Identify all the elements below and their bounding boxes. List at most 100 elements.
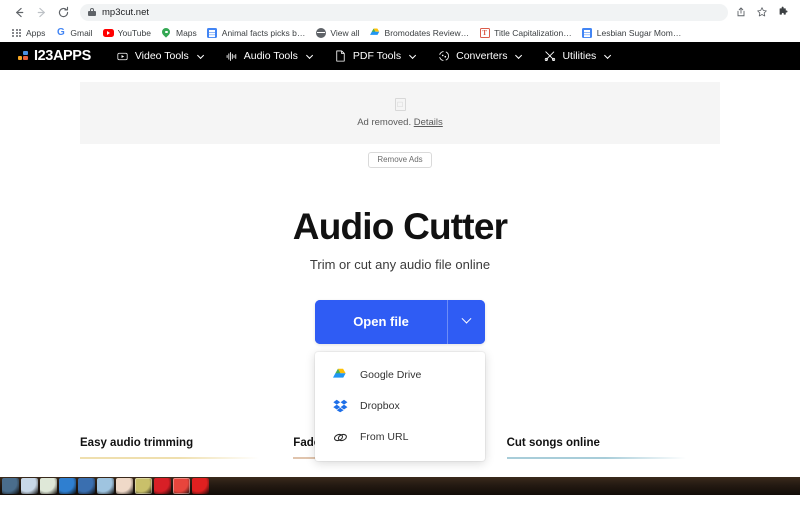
feature-title: Easy audio trimming: [80, 437, 194, 449]
ad-removed-label: Ad removed.: [357, 117, 412, 128]
open-file-area: Open file Google Drive Dropbox From URL: [0, 299, 800, 461]
globe-icon: [315, 28, 326, 39]
chevron-down-icon: [305, 51, 313, 59]
browser-chrome: mp3cut.net Apps G Gmail YouTube Maps Ani…: [0, 0, 800, 42]
bookmark-label: Animal facts picks b…: [221, 27, 306, 38]
bookmark-maps[interactable]: Maps: [156, 25, 202, 41]
logo-text: I23APPS: [34, 48, 91, 64]
toolbar-icons: [732, 3, 792, 21]
bookmark-lesbian-sugar-mom[interactable]: Lesbian Sugar Mom…: [577, 25, 687, 41]
open-file-button[interactable]: Open file: [315, 299, 447, 344]
nav-label: Converters: [456, 50, 508, 62]
taskbar-item[interactable]: [97, 478, 114, 494]
tools-cross-icon: [544, 50, 556, 62]
back-arrow-icon[interactable]: [8, 1, 30, 23]
chevron-down-icon: [604, 51, 612, 59]
feature-easy-audio-trimming: Easy audio trimming: [80, 437, 293, 459]
menu-item-dropbox[interactable]: Dropbox: [315, 391, 485, 422]
puzzle-piece-icon[interactable]: [774, 3, 792, 21]
open-file-button-group[interactable]: Open file: [315, 299, 485, 344]
feature-cut-songs-online: Cut songs online: [506, 437, 720, 459]
remove-ads-button[interactable]: Remove Ads: [368, 152, 432, 168]
chevron-down-icon: [461, 314, 472, 324]
taskbar-item[interactable]: [2, 478, 19, 494]
title-case-icon: T: [479, 28, 490, 39]
google-docs-icon: [582, 28, 593, 39]
site-header: I23APPS Video Tools Audio Tools PDF Tool…: [0, 42, 800, 70]
taskbar-item[interactable]: [78, 478, 95, 494]
share-icon[interactable]: [732, 3, 750, 21]
bookmark-label: Bromodates Review…: [384, 27, 470, 38]
link-icon: [332, 429, 348, 445]
nav-video-tools[interactable]: Video Tools: [117, 50, 204, 62]
page-subtitle: Trim or cut any audio file online: [309, 256, 491, 272]
hero-section: Audio Cutter Trim or cut any audio file …: [0, 206, 800, 272]
google-docs-icon: [207, 28, 218, 39]
taskbar-item[interactable]: [154, 478, 171, 494]
nav-audio-tools[interactable]: Audio Tools: [226, 50, 313, 62]
nav-utilities[interactable]: Utilities: [544, 50, 612, 62]
convert-circle-icon: [438, 50, 450, 62]
star-icon[interactable]: [753, 3, 771, 21]
dropbox-icon: [332, 398, 348, 414]
bookmark-label: View all: [330, 27, 360, 38]
taskbar-item[interactable]: [116, 478, 133, 494]
bookmark-label: YouTube: [117, 27, 151, 38]
address-bar-url: mp3cut.net: [102, 6, 149, 18]
site-logo[interactable]: I23APPS: [18, 48, 91, 64]
bookmark-label: Apps: [26, 27, 46, 38]
taskbar-item[interactable]: [135, 478, 152, 494]
lock-icon: [88, 7, 96, 17]
browser-toolbar: mp3cut.net: [0, 0, 800, 24]
bookmark-animal-facts[interactable]: Animal facts picks b…: [202, 25, 311, 41]
ad-placeholder: ☐ Ad removed. Details: [80, 82, 720, 144]
page-icon: [335, 50, 347, 62]
nav-pdf-tools[interactable]: PDF Tools: [335, 50, 417, 62]
taskbar-item[interactable]: [21, 478, 38, 494]
bookmark-label: Lesbian Sugar Mom…: [596, 27, 682, 38]
forward-arrow-icon[interactable]: [30, 1, 52, 23]
bookmark-label: Title Capitalization…: [494, 27, 572, 38]
open-file-dropdown-toggle[interactable]: [447, 299, 485, 344]
nav-converters[interactable]: Converters: [438, 50, 523, 62]
taskbar-item[interactable]: [40, 478, 57, 494]
nav-label: Audio Tools: [243, 50, 298, 62]
taskbar-item[interactable]: [192, 478, 209, 494]
menu-item-from-url[interactable]: From URL: [315, 422, 485, 453]
apps-grid-icon: [11, 28, 22, 39]
open-file-dropdown-menu: Google Drive Dropbox From URL: [315, 351, 485, 461]
taskbar-item[interactable]: [59, 478, 76, 494]
ad-details-link[interactable]: Details: [414, 117, 443, 128]
feature-title: Cut songs online: [506, 437, 600, 449]
ad-section: ☐ Ad removed. Details Remove Ads: [0, 70, 800, 168]
menu-item-label: Dropbox: [360, 400, 400, 413]
ad-placeholder-icon: ☐: [394, 98, 406, 111]
bookmark-view-all[interactable]: View all: [310, 25, 364, 41]
menu-item-google-drive[interactable]: Google Drive: [315, 360, 485, 391]
bookmark-label: Gmail: [70, 27, 93, 38]
ad-removed-text: Ad removed. Details: [357, 117, 443, 128]
waveform-icon: [226, 50, 238, 62]
google-drive-icon: [332, 367, 348, 383]
os-taskbar[interactable]: [0, 477, 800, 495]
youtube-icon: [102, 28, 114, 39]
bookmarks-bar: Apps G Gmail YouTube Maps Animal facts p…: [0, 24, 800, 42]
page-title: Audio Cutter: [292, 206, 508, 247]
bookmark-youtube[interactable]: YouTube: [98, 25, 156, 41]
page-viewport: I23APPS Video Tools Audio Tools PDF Tool…: [0, 42, 800, 495]
bookmark-apps[interactable]: Apps: [6, 25, 50, 41]
bookmark-bromodates[interactable]: Bromodates Review…: [365, 25, 475, 41]
bookmark-label: Maps: [175, 27, 197, 38]
nav-label: Video Tools: [134, 50, 189, 62]
play-box-icon: [117, 50, 129, 62]
taskbar-item[interactable]: [173, 478, 190, 494]
bookmark-title-capitalization[interactable]: T Title Capitalization…: [474, 25, 577, 41]
address-bar[interactable]: mp3cut.net: [80, 3, 728, 21]
logo-dots-icon: [18, 50, 29, 62]
reload-icon[interactable]: [52, 1, 74, 23]
menu-item-label: From URL: [360, 431, 409, 444]
chevron-down-icon: [196, 51, 204, 59]
bookmark-gmail[interactable]: G Gmail: [50, 25, 97, 41]
chevron-down-icon: [515, 51, 523, 59]
feature-rule: [506, 457, 686, 459]
